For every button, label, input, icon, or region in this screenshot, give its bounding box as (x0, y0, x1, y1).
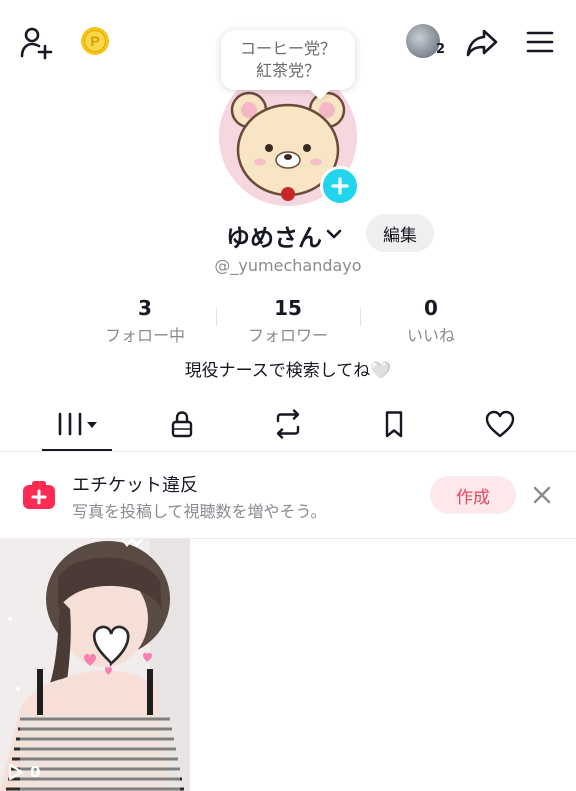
chevron-down-icon[interactable] (324, 224, 344, 244)
name-row: ゆめさん 編集 (0, 212, 576, 256)
tab-favorites[interactable] (339, 396, 449, 452)
grid-dropdown-icon (58, 412, 97, 436)
profile-handle: @_yumechandayo (214, 256, 362, 275)
create-button[interactable]: 作成 (430, 476, 516, 514)
plus-icon (331, 177, 349, 195)
svg-text:P: P (90, 33, 99, 49)
active-tab-indicator (42, 449, 112, 451)
tab-videos[interactable] (22, 396, 132, 452)
coin-icon: P (81, 27, 109, 55)
bubble-line-1: コーヒー党？ (239, 39, 336, 58)
stat-followers-label: フォロワー (247, 326, 328, 345)
lock-icon (171, 411, 193, 438)
stat-likes-value: 0 (424, 296, 438, 320)
profile-stats: 3 フォロー中 15 フォロワー 0 いいね (0, 296, 576, 348)
view-count-value: 0 (30, 763, 41, 781)
tab-private[interactable] (127, 396, 237, 452)
banner-subtitle: 写真を投稿して視聴数を増やそう。 (72, 502, 327, 521)
visitor-avatar (406, 24, 440, 58)
edit-profile-button[interactable]: 編集 (366, 214, 434, 252)
stat-followers-value: 15 (274, 296, 302, 320)
play-icon (8, 763, 24, 781)
status-bubble[interactable]: コーヒー党？ 紅茶党？ (221, 30, 355, 100)
stat-likes-label: いいね (406, 326, 455, 345)
profile-bio: 現役ナースで検索してね🤍 (184, 361, 392, 381)
share-button[interactable] (462, 22, 502, 62)
heart-icon (485, 410, 515, 438)
camera-plus-icon (23, 481, 55, 509)
banner-title: エチケット違反 (72, 475, 198, 496)
video-thumbnail[interactable]: 0 (0, 539, 190, 791)
video-thumbnail-image (0, 539, 190, 791)
stat-followers[interactable]: 15 フォロワー (213, 296, 363, 346)
stat-following-label: フォロー中 (104, 326, 185, 345)
visitor-count: 2 (436, 42, 446, 57)
share-icon (466, 29, 498, 57)
view-count: 0 (8, 763, 40, 781)
stat-following[interactable]: 3 フォロー中 (70, 296, 220, 346)
close-icon[interactable] (528, 481, 556, 509)
bookmark-icon (385, 411, 403, 438)
menu-button[interactable] (520, 22, 560, 62)
tab-reposts[interactable] (233, 396, 343, 452)
person-add-icon (20, 27, 53, 60)
add-avatar-button[interactable] (320, 166, 360, 206)
hamburger-menu-icon (526, 31, 554, 53)
bubble-line-2: 紅茶党？ (255, 61, 320, 80)
coin-button[interactable]: P (80, 26, 110, 56)
create-post-banner: エチケット違反 写真を投稿して視聴数を増やそう。 作成 (0, 453, 576, 539)
tab-liked[interactable] (445, 396, 555, 452)
profile-visitors-button[interactable]: 2 (404, 22, 448, 62)
stat-following-value: 3 (138, 296, 152, 320)
repost-icon (276, 409, 300, 439)
video-grid: 0 (0, 539, 576, 791)
profile-name[interactable]: ゆめさん (226, 218, 322, 253)
content-tabs (0, 396, 576, 452)
stat-likes[interactable]: 0 いいね (356, 296, 506, 346)
add-friend-button[interactable] (16, 22, 56, 62)
